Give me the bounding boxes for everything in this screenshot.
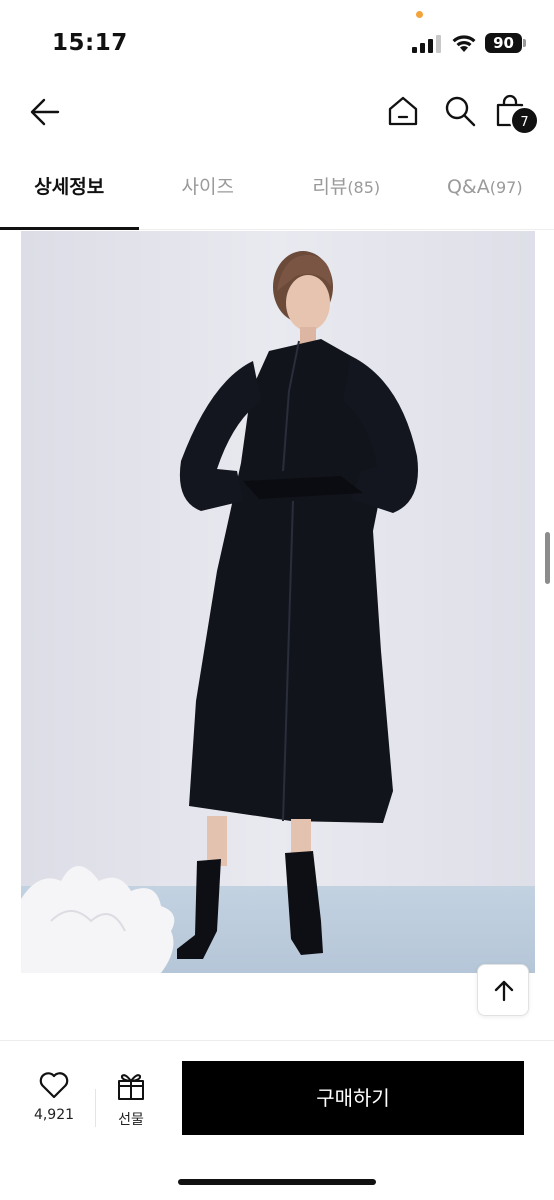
back-arrow-icon[interactable] bbox=[28, 95, 62, 129]
like-button[interactable]: 4,921 bbox=[26, 1071, 82, 1123]
like-count: 4,921 bbox=[33, 1107, 75, 1123]
home-indicator bbox=[178, 1179, 376, 1185]
tab-details[interactable]: 상세정보 bbox=[0, 150, 139, 230]
scroll-to-top-button[interactable] bbox=[477, 964, 529, 1016]
gift-icon bbox=[118, 1074, 144, 1100]
privacy-indicator-dot bbox=[416, 11, 423, 18]
product-image bbox=[21, 231, 535, 973]
search-icon[interactable] bbox=[443, 94, 477, 128]
heart-icon bbox=[39, 1072, 69, 1099]
tab-label: Q&A bbox=[446, 176, 490, 198]
tab-count: (97) bbox=[489, 178, 523, 197]
tab-label: 리뷰 bbox=[312, 176, 348, 198]
home-icon[interactable] bbox=[386, 94, 420, 128]
tab-qna[interactable]: Q&A(97) bbox=[416, 150, 554, 229]
gift-label: 선물 bbox=[118, 1112, 144, 1128]
top-navigation: 7 bbox=[0, 80, 554, 144]
battery-tip bbox=[523, 39, 526, 47]
battery-indicator: 90 bbox=[485, 33, 522, 53]
tab-label: 사이즈 bbox=[181, 176, 234, 198]
arrow-up-icon bbox=[494, 980, 514, 1002]
bottom-action-bar: 4,921 선물 구매하기 bbox=[0, 1040, 554, 1200]
scrollbar-thumb[interactable] bbox=[545, 532, 550, 584]
product-tabs: 상세정보 사이즈 리뷰(85) Q&A(97) bbox=[0, 150, 554, 230]
model-wearing-coat-illustration bbox=[21, 231, 535, 973]
tab-label: 상세정보 bbox=[34, 176, 105, 198]
divider bbox=[95, 1089, 96, 1127]
status-time: 15:17 bbox=[52, 30, 128, 56]
tab-size[interactable]: 사이즈 bbox=[139, 150, 278, 229]
tab-count: (85) bbox=[347, 178, 381, 197]
cellular-signal-icon bbox=[412, 35, 441, 53]
gift-button[interactable]: 선물 bbox=[108, 1071, 154, 1129]
buy-button[interactable]: 구매하기 bbox=[182, 1061, 524, 1135]
wifi-icon bbox=[452, 35, 476, 52]
tab-reviews[interactable]: 리뷰(85) bbox=[277, 150, 416, 229]
status-bar: 15:17 90 bbox=[0, 0, 554, 80]
cart-count-badge: 7 bbox=[510, 106, 539, 135]
